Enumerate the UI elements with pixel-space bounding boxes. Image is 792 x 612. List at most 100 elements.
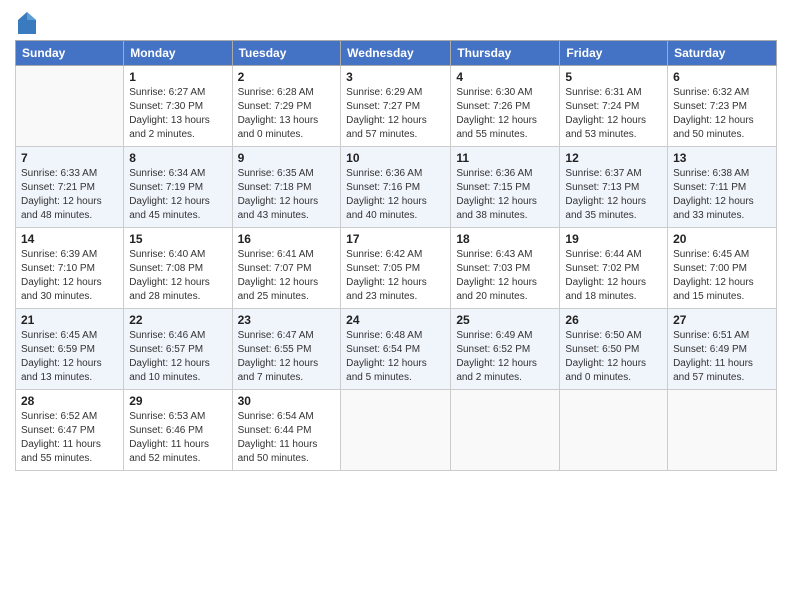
calendar-cell: 26 Sunrise: 6:50 AMSunset: 6:50 PMDayligh… [560, 309, 668, 390]
page: SundayMondayTuesdayWednesdayThursdayFrid… [0, 0, 792, 612]
weekday-header-monday: Monday [124, 41, 232, 66]
day-number: 9 [238, 151, 336, 165]
calendar-cell: 10Sunrise: 6:36 AMSunset: 7:16 PMDayligh… [341, 147, 451, 228]
calendar-cell: 18 Sunrise: 6:43 AMSunset: 7:03 PMDayligh… [451, 228, 560, 309]
calendar-week-4: 21Sunrise: 6:45 AMSunset: 6:59 PMDayligh… [16, 309, 777, 390]
weekday-header-row: SundayMondayTuesdayWednesdayThursdayFrid… [16, 41, 777, 66]
calendar-cell [560, 390, 668, 471]
day-number: 21 [21, 313, 118, 327]
calendar-cell: 28 Sunrise: 6:52 AMSunset: 6:47 PMDayligh… [16, 390, 124, 471]
calendar-week-5: 28 Sunrise: 6:52 AMSunset: 6:47 PMDayligh… [16, 390, 777, 471]
day-info: Sunrise: 6:51 AMSunset: 6:49 PMDaylight:… [673, 329, 771, 385]
day-number: 30 [238, 394, 336, 408]
day-info: Sunrise: 6:41 AMSunset: 7:07 PMDaylight:… [238, 248, 336, 304]
day-number: 22 [129, 313, 226, 327]
calendar-cell: 6 Sunrise: 6:32 AMSunset: 7:23 PMDaylight… [668, 66, 777, 147]
calendar-cell [451, 390, 560, 471]
day-info: Sunrise: 6:38 AMSunset: 7:11 PMDaylight:… [673, 167, 771, 223]
calendar-cell: 15 Sunrise: 6:40 AMSunset: 7:08 PMDayligh… [124, 228, 232, 309]
day-info: Sunrise: 6:42 AMSunset: 7:05 PMDaylight:… [346, 248, 445, 304]
day-number: 23 [238, 313, 336, 327]
day-number: 27 [673, 313, 771, 327]
calendar-cell: 22Sunrise: 6:46 AMSunset: 6:57 PMDayligh… [124, 309, 232, 390]
logo-icon [18, 12, 36, 34]
calendar-cell: 19 Sunrise: 6:44 AMSunset: 7:02 PMDayligh… [560, 228, 668, 309]
day-number: 17 [346, 232, 445, 246]
day-info: Sunrise: 6:50 AMSunset: 6:50 PMDaylight:… [565, 329, 662, 385]
calendar-table: SundayMondayTuesdayWednesdayThursdayFrid… [15, 40, 777, 471]
calendar-cell: 24 Sunrise: 6:48 AMSunset: 6:54 PMDayligh… [341, 309, 451, 390]
logo [15, 14, 36, 34]
calendar-cell: 25Sunrise: 6:49 AMSunset: 6:52 PMDayligh… [451, 309, 560, 390]
calendar-week-3: 14 Sunrise: 6:39 AMSunset: 7:10 PMDayligh… [16, 228, 777, 309]
day-info: Sunrise: 6:28 AMSunset: 7:29 PMDaylight:… [238, 86, 336, 142]
day-number: 25 [456, 313, 554, 327]
calendar-cell: 16Sunrise: 6:41 AMSunset: 7:07 PMDayligh… [232, 228, 341, 309]
day-number: 2 [238, 70, 336, 84]
day-number: 7 [21, 151, 118, 165]
day-info: Sunrise: 6:34 AMSunset: 7:19 PMDaylight:… [129, 167, 226, 223]
calendar-cell: 8 Sunrise: 6:34 AMSunset: 7:19 PMDaylight… [124, 147, 232, 228]
calendar-cell: 5 Sunrise: 6:31 AMSunset: 7:24 PMDaylight… [560, 66, 668, 147]
day-info: Sunrise: 6:35 AMSunset: 7:18 PMDaylight:… [238, 167, 336, 223]
day-number: 11 [456, 151, 554, 165]
calendar-cell: 13 Sunrise: 6:38 AMSunset: 7:11 PMDayligh… [668, 147, 777, 228]
day-number: 1 [129, 70, 226, 84]
day-info: Sunrise: 6:45 AMSunset: 7:00 PMDaylight:… [673, 248, 771, 304]
calendar-cell: 7 Sunrise: 6:33 AMSunset: 7:21 PMDaylight… [16, 147, 124, 228]
calendar-cell [16, 66, 124, 147]
calendar-cell: 29 Sunrise: 6:53 AMSunset: 6:46 PMDayligh… [124, 390, 232, 471]
day-info: Sunrise: 6:32 AMSunset: 7:23 PMDaylight:… [673, 86, 771, 142]
day-number: 12 [565, 151, 662, 165]
calendar-cell: 30 Sunrise: 6:54 AMSunset: 6:44 PMDayligh… [232, 390, 341, 471]
weekday-header-tuesday: Tuesday [232, 41, 341, 66]
day-info: Sunrise: 6:43 AMSunset: 7:03 PMDaylight:… [456, 248, 554, 304]
calendar-cell: 20 Sunrise: 6:45 AMSunset: 7:00 PMDayligh… [668, 228, 777, 309]
weekday-header-thursday: Thursday [451, 41, 560, 66]
day-info: Sunrise: 6:29 AMSunset: 7:27 PMDaylight:… [346, 86, 445, 142]
calendar-cell: 2 Sunrise: 6:28 AMSunset: 7:29 PMDaylight… [232, 66, 341, 147]
day-info: Sunrise: 6:33 AMSunset: 7:21 PMDaylight:… [21, 167, 118, 223]
day-info: Sunrise: 6:48 AMSunset: 6:54 PMDaylight:… [346, 329, 445, 385]
calendar-week-2: 7 Sunrise: 6:33 AMSunset: 7:21 PMDaylight… [16, 147, 777, 228]
day-number: 13 [673, 151, 771, 165]
day-info: Sunrise: 6:31 AMSunset: 7:24 PMDaylight:… [565, 86, 662, 142]
header [15, 10, 777, 34]
calendar-cell: 3Sunrise: 6:29 AMSunset: 7:27 PMDaylight… [341, 66, 451, 147]
calendar-week-1: 1 Sunrise: 6:27 AMSunset: 7:30 PMDaylight… [16, 66, 777, 147]
day-number: 14 [21, 232, 118, 246]
weekday-header-friday: Friday [560, 41, 668, 66]
day-number: 15 [129, 232, 226, 246]
calendar-cell [668, 390, 777, 471]
weekday-header-wednesday: Wednesday [341, 41, 451, 66]
day-number: 26 [565, 313, 662, 327]
day-info: Sunrise: 6:44 AMSunset: 7:02 PMDaylight:… [565, 248, 662, 304]
day-number: 5 [565, 70, 662, 84]
day-number: 20 [673, 232, 771, 246]
day-info: Sunrise: 6:27 AMSunset: 7:30 PMDaylight:… [129, 86, 226, 142]
weekday-header-sunday: Sunday [16, 41, 124, 66]
day-number: 29 [129, 394, 226, 408]
day-number: 24 [346, 313, 445, 327]
calendar-cell: 11 Sunrise: 6:36 AMSunset: 7:15 PMDayligh… [451, 147, 560, 228]
day-info: Sunrise: 6:40 AMSunset: 7:08 PMDaylight:… [129, 248, 226, 304]
day-info: Sunrise: 6:36 AMSunset: 7:16 PMDaylight:… [346, 167, 445, 223]
day-number: 8 [129, 151, 226, 165]
day-info: Sunrise: 6:54 AMSunset: 6:44 PMDaylight:… [238, 410, 336, 466]
day-info: Sunrise: 6:53 AMSunset: 6:46 PMDaylight:… [129, 410, 226, 466]
day-info: Sunrise: 6:36 AMSunset: 7:15 PMDaylight:… [456, 167, 554, 223]
day-number: 28 [21, 394, 118, 408]
day-number: 18 [456, 232, 554, 246]
day-info: Sunrise: 6:52 AMSunset: 6:47 PMDaylight:… [21, 410, 118, 466]
day-number: 4 [456, 70, 554, 84]
calendar-cell: 17 Sunrise: 6:42 AMSunset: 7:05 PMDayligh… [341, 228, 451, 309]
day-number: 6 [673, 70, 771, 84]
day-info: Sunrise: 6:47 AMSunset: 6:55 PMDaylight:… [238, 329, 336, 385]
calendar-cell [341, 390, 451, 471]
day-number: 19 [565, 232, 662, 246]
day-info: Sunrise: 6:39 AMSunset: 7:10 PMDaylight:… [21, 248, 118, 304]
calendar-cell: 27 Sunrise: 6:51 AMSunset: 6:49 PMDayligh… [668, 309, 777, 390]
calendar-cell: 23 Sunrise: 6:47 AMSunset: 6:55 PMDayligh… [232, 309, 341, 390]
calendar-cell: 1 Sunrise: 6:27 AMSunset: 7:30 PMDaylight… [124, 66, 232, 147]
day-info: Sunrise: 6:30 AMSunset: 7:26 PMDaylight:… [456, 86, 554, 142]
